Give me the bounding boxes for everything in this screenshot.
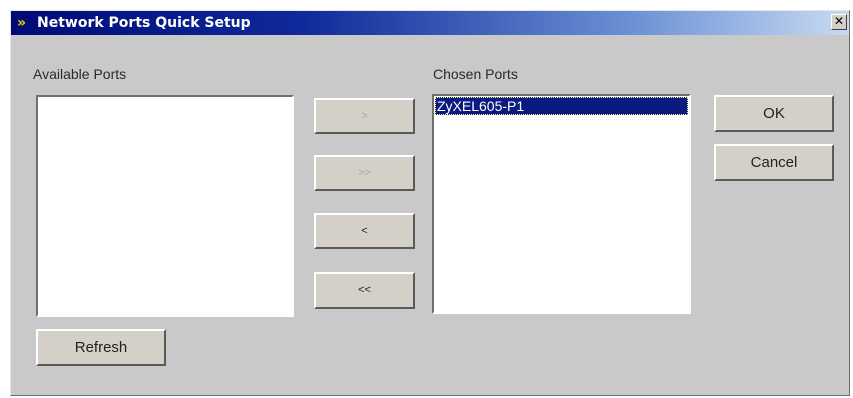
app-chevron-icon: »	[17, 15, 26, 31]
add-port-button[interactable]: >	[314, 98, 415, 134]
add-all-ports-button[interactable]: >>	[314, 155, 415, 191]
remove-port-button[interactable]: <	[314, 213, 415, 249]
refresh-button[interactable]: Refresh	[36, 329, 166, 366]
remove-all-ports-button[interactable]: <<	[314, 272, 415, 309]
cancel-button[interactable]: Cancel	[714, 144, 834, 181]
chosen-ports-list[interactable]: ZyXEL605-P1	[432, 94, 691, 314]
chosen-ports-label: Chosen Ports	[433, 66, 518, 82]
ok-button[interactable]: OK	[714, 95, 834, 132]
dialog-title: Network Ports Quick Setup	[37, 15, 251, 31]
network-ports-dialog: » Network Ports Quick Setup ✕ Available …	[10, 10, 850, 396]
available-ports-list[interactable]	[36, 95, 294, 317]
close-button[interactable]: ✕	[831, 14, 847, 30]
close-icon: ✕	[833, 14, 845, 28]
list-item[interactable]: ZyXEL605-P1	[435, 97, 688, 115]
available-ports-label: Available Ports	[33, 66, 127, 82]
title-bar[interactable]: » Network Ports Quick Setup ✕	[11, 11, 849, 35]
